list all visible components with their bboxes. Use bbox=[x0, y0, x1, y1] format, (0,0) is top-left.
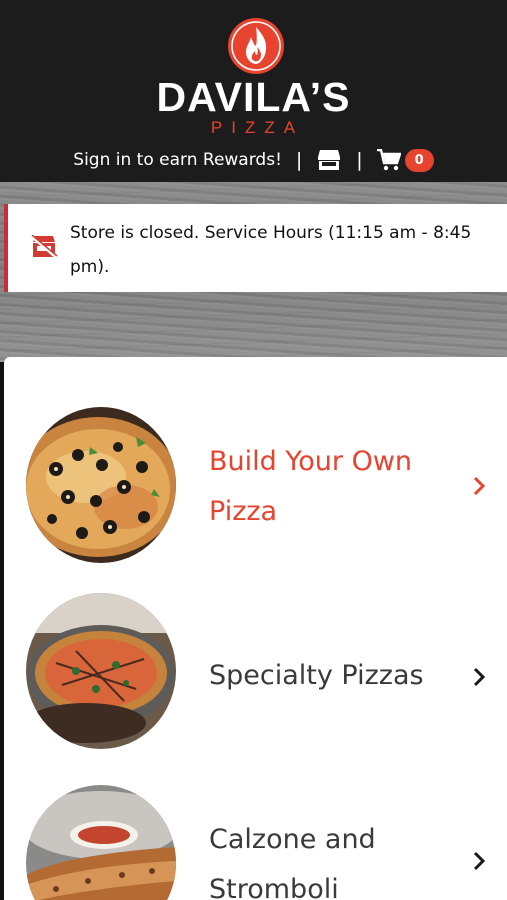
cart-icon bbox=[376, 149, 401, 171]
divider: | bbox=[295, 149, 303, 171]
app-header: DAVILA’S PIZZA Sign in to earn Rewards! … bbox=[0, 0, 507, 182]
store-closed-notice: Store is closed. Service Hours (11:15 am… bbox=[4, 204, 507, 292]
cart-count-badge: 0 bbox=[404, 148, 434, 172]
store-closed-icon bbox=[30, 235, 58, 259]
chevron-right-icon bbox=[473, 476, 486, 496]
brand-name: DAVILA’S bbox=[156, 74, 351, 120]
divider: | bbox=[356, 149, 363, 171]
flame-logo-icon bbox=[228, 18, 284, 74]
pizza-image bbox=[26, 593, 176, 749]
calzone-image bbox=[26, 785, 176, 900]
chevron-right-icon bbox=[473, 667, 486, 687]
menu-item-build-your-own-pizza[interactable]: Build Your Own Pizza bbox=[4, 357, 507, 563]
pizza-image bbox=[26, 407, 176, 563]
cart-button[interactable]: 0 bbox=[376, 148, 434, 172]
menu-list: Build Your Own Pizza Specialty Pizzas Ca… bbox=[4, 357, 507, 900]
menu-item-specialty-pizzas[interactable]: Specialty Pizzas bbox=[4, 547, 507, 749]
chevron-right-icon bbox=[473, 851, 486, 871]
store-icon[interactable] bbox=[316, 149, 342, 171]
signin-rewards-link[interactable]: Sign in to earn Rewards! bbox=[73, 150, 282, 170]
menu-item-calzone-and-stromboli[interactable]: Calzone and Stromboli bbox=[4, 735, 507, 900]
menu-item-label: Calzone and Stromboli bbox=[209, 824, 376, 900]
brand-subtitle: PIZZA bbox=[210, 118, 305, 137]
menu-item-label: Specialty Pizzas bbox=[209, 660, 424, 691]
store-hours-text: Store is closed. Service Hours (11:15 am… bbox=[70, 223, 472, 277]
menu-item-label: Build Your Own Pizza bbox=[209, 446, 413, 527]
header-actions: Sign in to earn Rewards! | | 0 bbox=[0, 144, 507, 176]
